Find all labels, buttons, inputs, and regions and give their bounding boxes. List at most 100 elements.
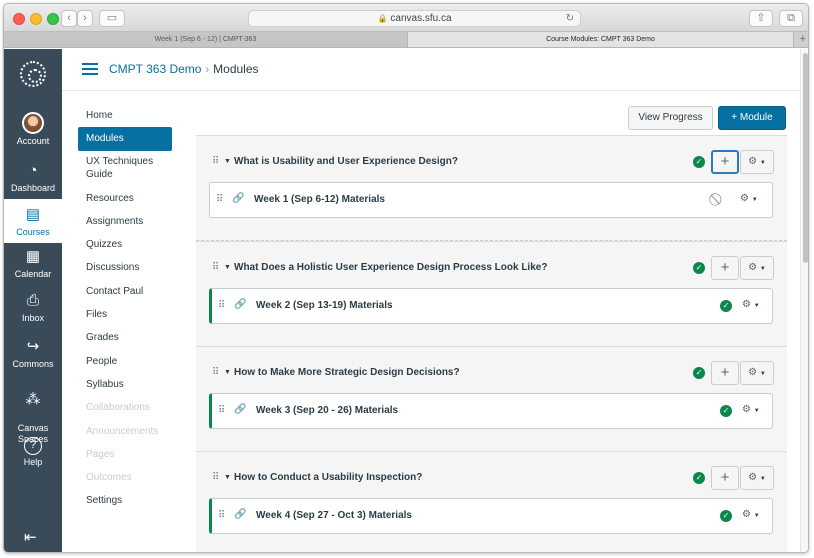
course-nav-ux-techniques-guide[interactable]: UX Techniques Guide: [78, 151, 172, 187]
global-nav-canvas-spaces[interactable]: ⁂ Canvas Spaces: [4, 377, 62, 444]
course-nav-quizzes[interactable]: Quizzes: [78, 233, 172, 256]
collapse-module-icon[interactable]: ▼: [224, 158, 231, 165]
commons-icon: ↪: [26, 338, 40, 355]
item-settings-icon[interactable]: ⚙ ▼: [742, 404, 760, 415]
module-settings-button[interactable]: ⚙ ▼: [740, 150, 774, 174]
collapse-module-icon[interactable]: ▼: [224, 369, 231, 376]
global-nav-help[interactable]: ? Help: [4, 435, 62, 475]
module-item[interactable]: ⠿ 🔗 Week 2 (Sep 13-19) Materials ✓ ⚙ ▼: [209, 288, 773, 324]
spaces-icon: ⁂: [25, 391, 41, 408]
global-nav-dashboard[interactable]: ◔ Dashboard: [4, 155, 62, 197]
course-nav-pages[interactable]: Pages: [78, 443, 172, 466]
item-settings-icon[interactable]: ⚙ ▼: [742, 299, 760, 310]
drag-handle-icon[interactable]: ⠿: [212, 156, 219, 167]
course-nav-contact-paul[interactable]: Contact Paul: [78, 280, 172, 303]
browser-tab-modules[interactable]: Course Modules: CMPT 363 Demo: [408, 32, 794, 47]
back-icon[interactable]: ‹: [61, 10, 77, 27]
hamburger-menu-icon[interactable]: [82, 63, 98, 75]
global-nav-inbox[interactable]: ⎙ Inbox: [4, 289, 62, 331]
module-title[interactable]: What is Usability and User Experience De…: [234, 156, 458, 167]
drag-handle-icon[interactable]: ⠿: [212, 472, 219, 483]
module-item[interactable]: ⠿ 🔗 Week 3 (Sep 20 - 26) Materials ✓ ⚙ ▼: [209, 393, 773, 429]
add-module-button[interactable]: + Module: [718, 106, 786, 130]
global-nav-account[interactable]: Account: [4, 109, 62, 151]
course-nav-people[interactable]: People: [78, 350, 172, 373]
tabs-overview-icon[interactable]: ⧉: [779, 10, 803, 27]
module-settings-button[interactable]: ⚙ ▼: [740, 466, 774, 490]
chevron-down-icon: ▼: [759, 371, 766, 377]
course-nav-home[interactable]: Home: [78, 104, 172, 127]
course-nav-files[interactable]: Files: [78, 303, 172, 326]
course-nav-outcomes[interactable]: Outcomes: [78, 466, 172, 489]
module-2: ⠿ ▼ What Does a Holistic User Experience…: [196, 241, 787, 347]
add-item-button[interactable]: +: [711, 361, 739, 385]
module-item[interactable]: ⠿ 🔗 Week 4 (Sep 27 - Oct 3) Materials ✓ …: [209, 498, 773, 534]
course-nav-syllabus[interactable]: Syllabus: [78, 373, 172, 396]
drag-handle-icon[interactable]: ⠿: [212, 367, 219, 378]
item-settings-icon[interactable]: ⚙ ▼: [740, 193, 758, 204]
published-check-icon[interactable]: ✓: [720, 405, 732, 417]
module-settings-button[interactable]: ⚙ ▼: [740, 361, 774, 385]
course-nav-announcements[interactable]: Announcements: [78, 420, 172, 443]
page-scrollbar[interactable]: [800, 49, 808, 552]
browser-titlebar: ‹ › ▭ 🔒 canvas.sfu.ca ↻ ⇧ ⧉: [4, 4, 808, 32]
minimize-window-button[interactable]: [30, 13, 42, 25]
module-1: ⠿ ▼ What is Usability and User Experienc…: [196, 135, 787, 241]
item-settings-icon[interactable]: ⚙ ▼: [742, 509, 760, 520]
module-item-title[interactable]: Week 4 (Sep 27 - Oct 3) Materials: [256, 510, 412, 521]
forward-icon[interactable]: ›: [77, 10, 93, 27]
course-nav-discussions[interactable]: Discussions: [78, 256, 172, 279]
collapse-nav-icon[interactable]: ⇤: [24, 528, 37, 546]
global-nav-label: Dashboard: [10, 183, 56, 193]
view-progress-button[interactable]: View Progress: [628, 106, 713, 130]
course-nav-grades[interactable]: Grades: [78, 326, 172, 349]
close-window-button[interactable]: [13, 13, 25, 25]
module-item-title[interactable]: Week 1 (Sep 6-12) Materials: [254, 194, 385, 205]
canvas-logo-icon[interactable]: [20, 61, 46, 87]
sidebar-toggle-icon[interactable]: ▭: [99, 10, 125, 27]
course-nav-collaborations[interactable]: Collaborations: [78, 396, 172, 419]
address-bar[interactable]: 🔒 canvas.sfu.ca ↻: [248, 10, 581, 27]
published-check-icon[interactable]: ✓: [693, 156, 705, 168]
browser-window: ‹ › ▭ 🔒 canvas.sfu.ca ↻ ⇧ ⧉ Week 1 (Sep 6…: [3, 3, 809, 553]
module-title[interactable]: What Does a Holistic User Experience Des…: [234, 262, 547, 273]
published-check-icon[interactable]: ✓: [720, 510, 732, 522]
drag-handle-icon[interactable]: ⠿: [218, 300, 225, 311]
scrollbar-thumb[interactable]: [803, 53, 808, 263]
global-nav-commons[interactable]: ↪ Commons: [4, 335, 62, 375]
module-4: ⠿ ▼ How to Conduct a Usability Inspectio…: [196, 451, 787, 552]
browser-tab-week1[interactable]: Week 1 (Sep 6 - 12) | CMPT-363: [4, 32, 408, 47]
published-check-icon[interactable]: ✓: [693, 367, 705, 379]
course-nav-assignments[interactable]: Assignments: [78, 210, 172, 233]
module-title[interactable]: How to Conduct a Usability Inspection?: [234, 472, 422, 483]
drag-handle-icon[interactable]: ⠿: [212, 262, 219, 273]
course-nav-settings[interactable]: Settings: [78, 489, 172, 512]
drag-handle-icon[interactable]: ⠿: [218, 405, 225, 416]
course-nav-modules[interactable]: Modules: [78, 127, 172, 151]
collapse-module-icon[interactable]: ▼: [224, 474, 231, 481]
published-check-icon[interactable]: ✓: [693, 472, 705, 484]
global-nav-calendar[interactable]: ▦ Calendar: [4, 245, 62, 287]
breadcrumb-course-link[interactable]: CMPT 363 Demo: [109, 62, 201, 76]
add-item-button[interactable]: +: [711, 256, 739, 280]
collapse-module-icon[interactable]: ▼: [224, 264, 231, 271]
add-item-button[interactable]: +: [711, 466, 739, 490]
breadcrumb: CMPT 363 Demo › Modules: [109, 62, 259, 76]
published-check-icon[interactable]: ✓: [720, 300, 732, 312]
module-item-title[interactable]: Week 3 (Sep 20 - 26) Materials: [256, 405, 398, 416]
module-item-title[interactable]: Week 2 (Sep 13-19) Materials: [256, 300, 393, 311]
published-check-icon[interactable]: ✓: [693, 262, 705, 274]
global-nav-courses[interactable]: ▤ Courses: [4, 199, 62, 243]
module-settings-button[interactable]: ⚙ ▼: [740, 256, 774, 280]
module-title[interactable]: How to Make More Strategic Design Decisi…: [234, 367, 460, 378]
drag-handle-icon[interactable]: ⠿: [218, 510, 225, 521]
course-nav-resources[interactable]: Resources: [78, 187, 172, 210]
share-icon[interactable]: ⇧: [749, 10, 773, 27]
reload-icon[interactable]: ↻: [566, 11, 574, 26]
add-item-button[interactable]: +: [711, 150, 739, 174]
zoom-window-button[interactable]: [47, 13, 59, 25]
module-item[interactable]: ⠿ 🔗 Week 1 (Sep 6-12) Materials ⃠ ⚙ ▼: [209, 182, 773, 218]
new-tab-button[interactable]: +: [800, 32, 806, 47]
link-icon: 🔗: [232, 193, 245, 204]
drag-handle-icon[interactable]: ⠿: [216, 194, 223, 205]
